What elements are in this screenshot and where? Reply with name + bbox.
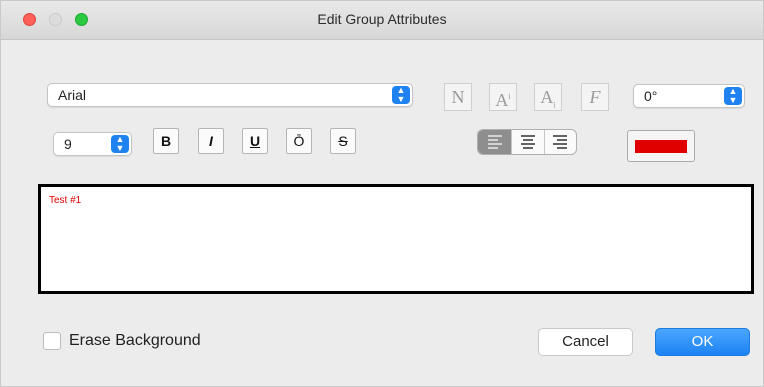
cancel-button[interactable]: Cancel (538, 328, 633, 356)
italic-button[interactable]: I (198, 128, 224, 154)
alignment-control (477, 129, 577, 155)
font-style-button[interactable]: F (581, 83, 609, 111)
rotation-value: 0° (644, 88, 658, 104)
chevron-updown-icon: ▲ ▼ (392, 86, 410, 104)
erase-background-checkbox[interactable] (43, 332, 61, 350)
chevron-updown-icon: ▲ ▼ (111, 135, 129, 153)
rotation-select[interactable]: 0° ▲ ▼ (633, 84, 745, 108)
align-center-button[interactable] (511, 130, 544, 154)
preview-text-area[interactable]: Test #1 (38, 184, 754, 294)
chevron-updown-icon: ▲ ▼ (724, 87, 742, 105)
edit-group-attributes-dialog: Edit Group Attributes Arial ▲ ▼ N Ai Ai F… (0, 0, 764, 387)
bold-button[interactable]: B (153, 128, 179, 154)
font-size-value: 9 (64, 136, 72, 152)
superscript-button[interactable]: Ai (489, 83, 517, 111)
title-bar: Edit Group Attributes (1, 1, 763, 40)
color-swatch (635, 140, 687, 153)
overline-button[interactable]: Ō (286, 128, 312, 154)
window-title: Edit Group Attributes (317, 11, 447, 27)
align-left-icon (488, 135, 502, 149)
normal-style-button[interactable]: N (444, 83, 472, 111)
align-right-icon (553, 135, 567, 149)
align-right-button[interactable] (544, 130, 576, 154)
text-color-well[interactable] (627, 130, 695, 162)
font-size-select[interactable]: 9 ▲ ▼ (53, 132, 132, 156)
font-family-select[interactable]: Arial ▲ ▼ (47, 83, 413, 107)
underline-button[interactable]: U (242, 128, 268, 154)
ok-button[interactable]: OK (655, 328, 750, 356)
subscript-button[interactable]: Ai (534, 83, 562, 111)
erase-background-label: Erase Background (69, 332, 201, 349)
preview-text: Test #1 (49, 195, 82, 206)
align-left-button[interactable] (478, 130, 511, 154)
font-family-value: Arial (58, 87, 87, 103)
align-center-icon (521, 135, 535, 149)
strikethrough-button[interactable]: S (330, 128, 356, 154)
